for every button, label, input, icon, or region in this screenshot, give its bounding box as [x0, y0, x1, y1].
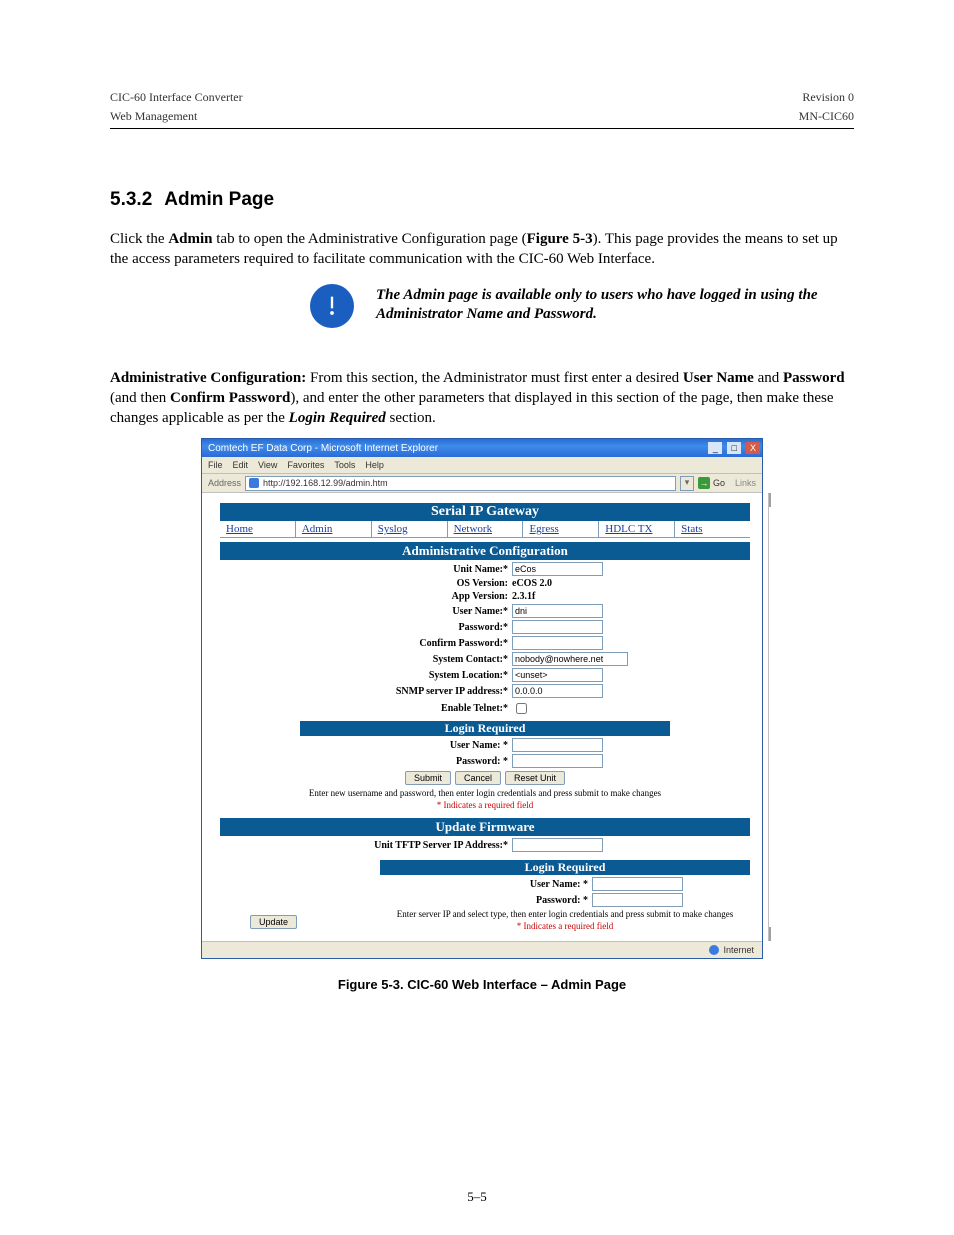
- password-input[interactable]: [512, 620, 603, 634]
- band-admin-config: Administrative Configuration: [220, 542, 750, 560]
- close-button[interactable]: X: [746, 442, 760, 454]
- section-number: 5.3.2: [110, 189, 152, 211]
- tab-stats[interactable]: Stats: [675, 521, 750, 537]
- menu-favorites[interactable]: Favorites: [287, 460, 324, 470]
- tab-egress[interactable]: Egress: [523, 521, 599, 537]
- instr-2: Enter server IP and select type, then en…: [380, 909, 750, 919]
- os-version-value: eCOS 2.0: [512, 578, 662, 589]
- update-button[interactable]: Update: [250, 915, 297, 929]
- password-label: Password:*: [308, 622, 508, 633]
- header-left: CIC-60 Interface Converter: [110, 90, 243, 105]
- band-update-firmware: Update Firmware: [220, 818, 750, 836]
- window-titlebar: Comtech EF Data Corp - Microsoft Interne…: [202, 439, 762, 457]
- paragraph-2: Administrative Configuration: From this …: [110, 368, 854, 429]
- login-user-label-1: User Name: *: [308, 740, 508, 751]
- links-label[interactable]: Links: [735, 478, 756, 488]
- enable-telnet-checkbox[interactable]: [516, 703, 527, 714]
- header-right2: MN-CIC60: [799, 109, 854, 124]
- internet-zone-icon: [709, 945, 719, 955]
- reset-unit-button[interactable]: Reset Unit: [505, 771, 565, 785]
- tab-syslog[interactable]: Syslog: [372, 521, 448, 537]
- tftp-ip-label: Unit TFTP Server IP Address:*: [308, 840, 508, 851]
- cancel-button[interactable]: Cancel: [455, 771, 501, 785]
- snmp-ip-label: SNMP server IP address:*: [308, 686, 508, 697]
- login-pass-label-1: Password: *: [308, 756, 508, 767]
- menu-help[interactable]: Help: [365, 460, 384, 470]
- tab-network[interactable]: Network: [448, 521, 524, 537]
- user-name-label: User Name:*: [308, 606, 508, 617]
- menu-view[interactable]: View: [258, 460, 277, 470]
- login-pass-input-2[interactable]: [592, 893, 683, 907]
- tab-home[interactable]: Home: [220, 521, 296, 537]
- ie-icon: [249, 478, 259, 488]
- app-version-label: App Version:: [308, 591, 508, 602]
- login-user-input-1[interactable]: [512, 738, 603, 752]
- menu-tools[interactable]: Tools: [334, 460, 355, 470]
- snmp-ip-input[interactable]: [512, 684, 603, 698]
- statusbar: Internet: [202, 941, 762, 958]
- system-location-input[interactable]: [512, 668, 603, 682]
- address-dropdown-icon[interactable]: ▾: [680, 476, 694, 491]
- unit-name-label: Unit Name:*: [308, 564, 508, 575]
- scrollbar[interactable]: [768, 493, 769, 941]
- tftp-ip-input[interactable]: [512, 838, 603, 852]
- section-title: Admin Page: [164, 189, 274, 211]
- address-input[interactable]: http://192.168.12.99/admin.htm: [245, 476, 676, 491]
- instr-required-1: * Indicates a required field: [220, 800, 750, 810]
- instr-1: Enter new username and password, then en…: [220, 788, 750, 798]
- important-icon: [310, 284, 354, 328]
- screenshot-window: Comtech EF Data Corp - Microsoft Interne…: [201, 438, 763, 959]
- login-user-label-2: User Name: *: [388, 879, 588, 890]
- banner-title: Serial IP Gateway: [220, 503, 750, 521]
- go-button[interactable]: →Go: [698, 477, 725, 489]
- user-name-input[interactable]: [512, 604, 603, 618]
- header-right: Revision 0: [802, 90, 854, 105]
- internet-zone-label: Internet: [723, 945, 754, 955]
- login-pass-label-2: Password: *: [388, 895, 588, 906]
- login-pass-input-1[interactable]: [512, 754, 603, 768]
- system-location-label: System Location:*: [308, 670, 508, 681]
- minimize-button[interactable]: _: [708, 442, 722, 454]
- page-number: 5–5: [0, 1189, 954, 1205]
- tab-admin[interactable]: Admin: [296, 521, 372, 537]
- enable-telnet-label: Enable Telnet:*: [308, 703, 508, 714]
- callout-text: The Admin page is available only to user…: [376, 286, 854, 325]
- os-version-label: OS Version:: [308, 578, 508, 589]
- header-left2: Web Management: [110, 109, 197, 124]
- menubar[interactable]: File Edit View Favorites Tools Help: [202, 457, 762, 474]
- confirm-password-label: Confirm Password:*: [308, 638, 508, 649]
- band-login-required-1: Login Required: [300, 721, 670, 736]
- confirm-password-input[interactable]: [512, 636, 603, 650]
- menu-edit[interactable]: Edit: [233, 460, 249, 470]
- system-contact-label: System Contact:*: [308, 654, 508, 665]
- system-contact-input[interactable]: [512, 652, 628, 666]
- band-login-required-2: Login Required: [380, 860, 750, 875]
- unit-name-input[interactable]: [512, 562, 603, 576]
- address-label: Address: [208, 478, 241, 488]
- window-title: Comtech EF Data Corp - Microsoft Interne…: [208, 443, 438, 454]
- paragraph-1: Click the Admin tab to open the Administ…: [110, 229, 854, 270]
- menu-file[interactable]: File: [208, 460, 223, 470]
- tab-bar: Home Admin Syslog Network Egress HDLC TX…: [220, 521, 750, 538]
- figure-caption: Figure 5-3. CIC-60 Web Interface – Admin…: [110, 977, 854, 992]
- app-version-value: 2.3.1f: [512, 591, 662, 602]
- tab-hdlc-tx[interactable]: HDLC TX: [599, 521, 675, 537]
- submit-button[interactable]: Submit: [405, 771, 451, 785]
- instr-required-2: * Indicates a required field: [380, 921, 750, 931]
- login-user-input-2[interactable]: [592, 877, 683, 891]
- maximize-button[interactable]: □: [727, 442, 741, 454]
